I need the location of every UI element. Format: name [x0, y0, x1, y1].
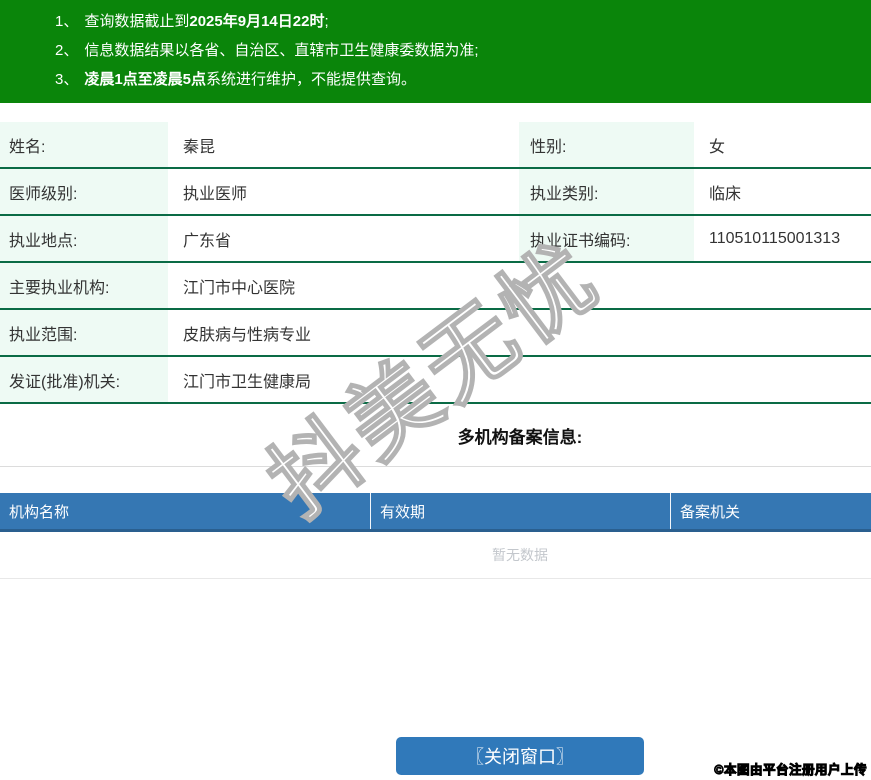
notice-text: 查询数据截止到	[84, 13, 190, 30]
notice-text: ;	[324, 13, 329, 30]
close-window-button[interactable]: 〖关闭窗口〗	[396, 737, 644, 775]
info-row-practice-scope: 执业范围: 皮肤病与性病专业	[0, 310, 871, 357]
notice-text: 信息数据结果以各省、自治区、直辖市卫生健康委数据为准;	[84, 42, 479, 59]
notice-text-bold: 2025年9月14日22时	[189, 13, 325, 30]
info-row-issuing-authority: 发证(批准)机关: 江门市卫生健康局	[0, 357, 871, 404]
practice-location-label: 执业地点:	[0, 216, 168, 261]
practice-scope-value: 皮肤病与性病专业	[183, 326, 312, 344]
filing-table-header: 机构名称 有效期 备案机关	[0, 493, 871, 532]
info-row-main-institution: 主要执业机构: 江门市中心医院	[0, 263, 871, 310]
gender-label: 性别:	[519, 122, 694, 167]
notice-text: 系统进行维护，不能提供查询。	[206, 71, 417, 88]
practice-category-label: 执业类别:	[519, 169, 694, 214]
doctor-level-label: 医师级别:	[0, 169, 168, 214]
name-value: 秦昆	[183, 138, 216, 156]
info-row-location-certificate: 执业地点: 广东省 执业证书编码: 110510115001313	[0, 216, 871, 263]
main-institution-label: 主要执业机构:	[0, 263, 168, 308]
column-header-validity-period: 有效期	[371, 493, 671, 529]
empty-data-text: 暂无数据	[492, 547, 548, 563]
notice-number: 1、	[55, 13, 79, 30]
gender-value: 女	[709, 138, 726, 156]
certificate-number-label: 执业证书编码:	[519, 216, 694, 261]
notice-line-3: 3、 凌晨1点至凌晨5点系统进行维护，不能提供查询。	[55, 65, 871, 94]
info-row-level-category: 医师级别: 执业医师 执业类别: 临床	[0, 169, 871, 216]
column-header-institution-name: 机构名称	[0, 493, 371, 529]
column-header-filing-authority: 备案机关	[680, 503, 741, 521]
notice-number: 2、	[55, 42, 79, 59]
notice-banner: 1、 查询数据截止到2025年9月14日22时; 2、 信息数据结果以各省、自治区、…	[0, 0, 871, 103]
issuing-authority-value: 江门市卫生健康局	[183, 373, 312, 391]
copyright-watermark: ©本图由平台注册用户上传	[714, 763, 867, 778]
filing-section-title: 多机构备案信息:	[457, 427, 583, 447]
info-row-name-gender: 姓名: 秦昆 性别: 女	[0, 122, 871, 169]
doctor-info-table: 姓名: 秦昆 性别: 女 医师级别: 执业医师 执业类别: 临床 执业地点: 广…	[0, 122, 871, 404]
doctor-level-value: 执业医师	[183, 185, 248, 203]
main-institution-value: 江门市中心医院	[183, 279, 296, 297]
practice-category-value: 临床	[709, 185, 742, 203]
name-label: 姓名:	[0, 122, 168, 167]
filing-section-header: 多机构备案信息:	[0, 404, 871, 467]
filing-table-empty-row: 暂无数据	[0, 532, 871, 579]
notice-text-bold: 凌晨1点至凌晨5点	[84, 71, 207, 88]
notice-line-1: 1、 查询数据截止到2025年9月14日22时;	[55, 7, 871, 36]
notice-line-2: 2、 信息数据结果以各省、自治区、直辖市卫生健康委数据为准;	[55, 36, 871, 65]
practice-location-value: 广东省	[183, 232, 232, 250]
issuing-authority-label: 发证(批准)机关:	[0, 357, 168, 402]
page: 1、 查询数据截止到2025年9月14日22时; 2、 信息数据结果以各省、自治区、…	[0, 0, 871, 775]
notice-number: 3、	[55, 71, 79, 88]
practice-scope-label: 执业范围:	[0, 310, 168, 355]
certificate-number-value: 110510115001313	[709, 229, 841, 247]
